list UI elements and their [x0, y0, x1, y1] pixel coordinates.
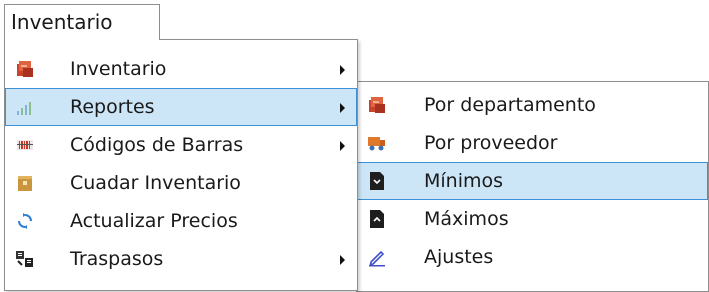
submenu-item-label: Por proveedor [424, 132, 558, 154]
menu-item-cuadar-inventario[interactable]: Cuadar Inventario [5, 164, 357, 202]
menu-item-label: Actualizar Precios [70, 210, 238, 232]
menu-item-reportes[interactable]: Reportes [5, 88, 357, 126]
barcode-icon [15, 135, 35, 155]
bar-chart-icon [15, 97, 35, 117]
inventory-boxes-icon [15, 59, 35, 79]
submenu-item-label: Mínimos [424, 170, 504, 192]
menu-item-inventario[interactable]: Inventario [5, 50, 357, 88]
transfer-icon [15, 249, 35, 269]
menu-item-label: Inventario [70, 58, 167, 80]
submenu-item-label: Por departamento [424, 94, 596, 116]
pencil-edit-icon [367, 247, 387, 267]
package-icon [15, 173, 35, 193]
menu-item-label: Reportes [70, 96, 155, 118]
submenu-item-minimos[interactable]: Mínimos [357, 162, 708, 200]
menu-item-traspasos[interactable]: Traspasos [5, 240, 357, 278]
submenu-item-maximos[interactable]: Máximos [357, 200, 708, 238]
menu-item-codigos-de-barras[interactable]: Códigos de Barras [5, 126, 357, 164]
reportes-submenu: Por departamento Por proveedor Mínimos M… [356, 81, 709, 292]
menu-item-actualizar-precios[interactable]: Actualizar Precios [5, 202, 357, 240]
menu-item-label: Cuadar Inventario [70, 172, 241, 194]
inventario-menu: Inventario Reportes Códigos de Barras Cu… [4, 39, 358, 291]
submenu-item-por-proveedor[interactable]: Por proveedor [357, 124, 708, 162]
menu-item-label: Traspasos [70, 248, 164, 270]
refresh-icon [15, 211, 35, 231]
maximum-document-icon [367, 209, 387, 229]
report-boxes-icon [367, 95, 387, 115]
submenu-item-ajustes[interactable]: Ajustes [357, 238, 708, 276]
submenu-arrow-icon [340, 103, 345, 113]
submenu-arrow-icon [340, 65, 345, 75]
submenu-arrow-icon [340, 141, 345, 151]
menubar-inventario[interactable]: Inventario [4, 4, 160, 40]
submenu-arrow-icon [340, 255, 345, 265]
submenu-item-label: Máximos [424, 208, 509, 230]
supplier-truck-icon [367, 133, 387, 153]
submenu-item-por-departamento[interactable]: Por departamento [357, 86, 708, 124]
submenu-item-label: Ajustes [424, 246, 494, 268]
menu-item-label: Códigos de Barras [70, 134, 244, 156]
minimum-document-icon [367, 171, 387, 191]
